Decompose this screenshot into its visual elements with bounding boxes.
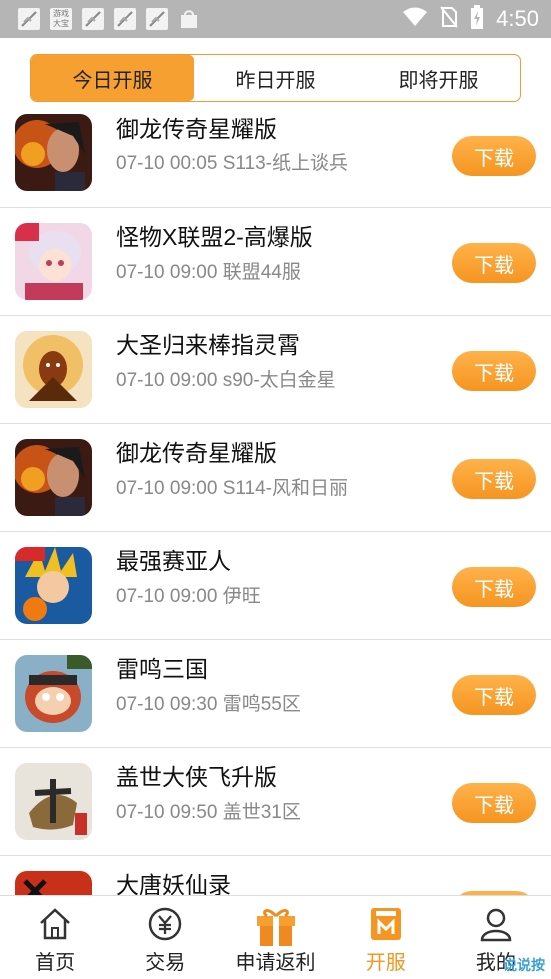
nav-rebate[interactable]: 申请返利 (220, 896, 330, 979)
server-open-icon (370, 906, 402, 947)
image-icon (18, 8, 40, 30)
yen-icon (147, 906, 183, 947)
server-info: 07-10 09:00 s90-太白金星 (116, 370, 336, 391)
list-item[interactable]: 雷鸣三国 07-10 09:30 雷鸣55区 下载 (0, 640, 551, 748)
nav-home[interactable]: 首页 (0, 896, 110, 979)
server-list: 御龙传奇星耀版 07-10 00:05 S113-纸上谈兵 下载 怪物X联盟2-… (0, 102, 551, 895)
clock: 4:50 (496, 6, 539, 31)
gift-icon (255, 906, 297, 951)
list-item[interactable]: 御龙传奇星耀版 07-10 00:05 S113-纸上谈兵 下载 (0, 102, 551, 208)
no-sim-icon (440, 5, 458, 33)
list-item[interactable]: 怪物X联盟2-高爆版 07-10 09:00 联盟44服 下载 (0, 208, 551, 316)
game-title: 盖世大侠飞升版 (116, 764, 277, 790)
calligraphy-icon (15, 763, 92, 840)
game-title: 雷鸣三国 (116, 656, 208, 682)
download-button[interactable]: 下载 (452, 351, 536, 391)
download-button[interactable]: 下载 (452, 567, 536, 607)
server-info: 07-10 09:50 盖世31区 (116, 802, 301, 823)
battery-charging-icon (470, 4, 484, 34)
warrior-fire-icon (15, 114, 92, 191)
monkey-king-icon (15, 331, 92, 408)
wifi-icon (402, 7, 428, 32)
game-title: 大唐妖仙录 (116, 872, 231, 895)
tab-yesterday[interactable]: 昨日开服 (194, 55, 357, 101)
download-button[interactable]: 下载 (452, 243, 536, 283)
list-item[interactable]: 盖世大侠飞升版 07-10 09:50 盖世31区 下载 (0, 748, 551, 856)
image-icon (82, 8, 104, 30)
game-title: 怪物X联盟2-高爆版 (116, 224, 313, 250)
saiyan-icon (15, 547, 92, 624)
tang-icon (15, 871, 92, 895)
game-title: 大圣归来棒指灵霄 (116, 332, 300, 358)
game-title: 御龙传奇星耀版 (116, 440, 277, 466)
server-info: 07-10 00:05 S113-纸上谈兵 (116, 153, 348, 174)
game-title: 最强赛亚人 (116, 548, 231, 574)
bottom-nav: 首页 交易 申请返利 开服 我的 说说按 (0, 895, 551, 979)
nav-server-open[interactable]: 开服 (331, 896, 441, 979)
home-icon (37, 906, 73, 947)
tab-header: 今日开服 昨日开服 即将开服 (0, 38, 551, 102)
user-icon (478, 906, 514, 947)
anime-girl-icon (15, 223, 92, 300)
download-button[interactable]: 下载 (452, 783, 536, 823)
list-item[interactable]: 御龙传奇星耀版 07-10 09:00 S114-风和日丽 下载 (0, 424, 551, 532)
tab-today[interactable]: 今日开服 (31, 55, 194, 101)
list-item[interactable]: 最强赛亚人 07-10 09:00 伊旺 下载 (0, 532, 551, 640)
game-store-icon: 游戏大宝 (50, 8, 72, 30)
list-item[interactable]: 大唐妖仙录 下载 (0, 856, 551, 895)
download-button[interactable]: 下载 (452, 675, 536, 715)
image-icon (146, 8, 168, 30)
three-kingdoms-icon (15, 655, 92, 732)
game-title: 御龙传奇星耀版 (116, 116, 277, 142)
server-tabs: 今日开服 昨日开服 即将开服 (30, 54, 521, 102)
tab-upcoming[interactable]: 即将开服 (357, 55, 520, 101)
server-info: 07-10 09:00 伊旺 (116, 586, 261, 607)
watermark: 说说按 (503, 957, 545, 973)
nav-trade[interactable]: 交易 (110, 896, 220, 979)
status-bar: 游戏大宝 4:50 (0, 0, 551, 38)
server-info: 07-10 09:30 雷鸣55区 (116, 694, 301, 715)
bag-icon (178, 8, 200, 30)
download-button[interactable]: 下载 (452, 136, 536, 176)
server-info: 07-10 09:00 S114-风和日丽 (116, 478, 348, 499)
warrior-fire-icon (15, 439, 92, 516)
server-info: 07-10 09:00 联盟44服 (116, 262, 301, 283)
image-icon (114, 8, 136, 30)
download-button[interactable]: 下载 (452, 459, 536, 499)
list-item[interactable]: 大圣归来棒指灵霄 07-10 09:00 s90-太白金星 下载 (0, 316, 551, 424)
notification-icons: 游戏大宝 (18, 8, 200, 30)
